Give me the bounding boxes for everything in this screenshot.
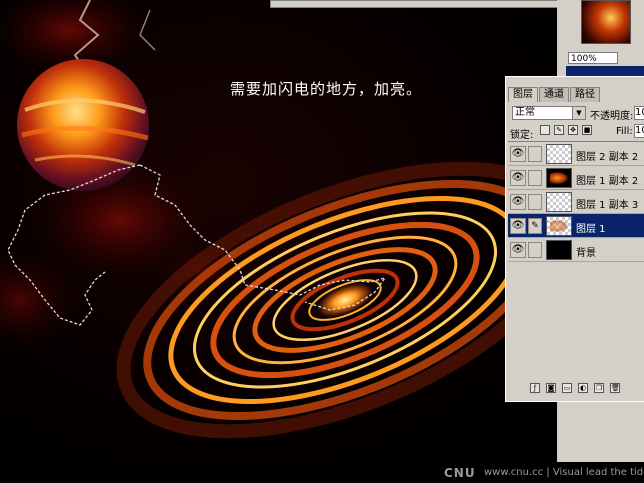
link-slot[interactable] xyxy=(528,242,542,258)
layers-footer-toolbar: ƒ ◙ ▭ ◐ ❐ 🗑 xyxy=(508,383,644,399)
mask-icon[interactable]: ◙ xyxy=(546,383,556,393)
blend-mode-value: 正常 xyxy=(515,107,535,118)
eye-icon[interactable]: 👁 xyxy=(510,218,526,234)
paintbrush-icon[interactable]: ✎ xyxy=(528,218,542,234)
document-canvas[interactable]: 需要加闪电的地方，加亮。 xyxy=(0,0,557,462)
blend-mode-select[interactable]: 正常 ▼ xyxy=(512,106,586,120)
lock-transparency-icon[interactable] xyxy=(540,125,550,135)
tab-channels[interactable]: 通道 xyxy=(539,87,569,102)
trash-icon[interactable]: 🗑 xyxy=(610,383,620,393)
eye-icon[interactable]: 👁 xyxy=(510,242,526,258)
new-layer-icon[interactable]: ❐ xyxy=(594,383,604,393)
lock-options: ✎ ✥ ■ xyxy=(540,125,592,135)
lock-paint-icon[interactable]: ✎ xyxy=(554,125,564,135)
layer-row-selected[interactable]: 👁 ✎ 图层 1 xyxy=(508,214,644,238)
eye-icon[interactable]: 👁 xyxy=(510,170,526,186)
layer-name: 背景 xyxy=(576,248,596,259)
space-artwork xyxy=(0,0,557,439)
layer-row[interactable]: 👁 图层 1 副本 2 xyxy=(508,166,644,190)
layer-thumbnail xyxy=(546,216,572,236)
layer-row[interactable]: 👁 背景 xyxy=(508,238,644,262)
layer-thumbnail xyxy=(546,192,572,212)
layer-thumbnail xyxy=(546,240,572,260)
layer-style-icon[interactable]: ƒ xyxy=(530,383,540,393)
layer-row[interactable]: 👁 图层 1 副本 3 xyxy=(508,190,644,214)
planet xyxy=(17,59,149,191)
chevron-down-icon[interactable]: ▼ xyxy=(572,107,585,119)
layer-thumbnail xyxy=(546,144,572,164)
footer-bar: CNU www.cnu.cc | Visual lead the tide xyxy=(0,462,644,483)
navigator-titlebar xyxy=(566,66,644,76)
lock-move-icon[interactable]: ✥ xyxy=(568,125,578,135)
eye-icon[interactable]: 👁 xyxy=(510,194,526,210)
tab-layers[interactable]: 图层 xyxy=(508,87,538,102)
layer-name: 图层 1 副本 3 xyxy=(576,200,639,211)
lock-label: 锁定: xyxy=(510,130,534,141)
link-slot[interactable] xyxy=(528,170,542,186)
layer-name: 图层 1 副本 2 xyxy=(576,176,639,187)
palette-tabs: 图层 通道 路径 xyxy=(508,87,601,102)
layer-list: 👁 图层 2 副本 2 👁 图层 1 副本 2 👁 图层 1 副本 3 👁 ✎ … xyxy=(508,141,644,378)
canvas-caption: 需要加闪电的地方，加亮。 xyxy=(230,80,423,98)
link-slot[interactable] xyxy=(528,194,542,210)
fill-label: Fill: xyxy=(616,126,633,137)
cnu-logo: CNU xyxy=(444,466,476,480)
layer-thumbnail xyxy=(546,168,572,188)
fill-field[interactable]: 100% xyxy=(634,124,644,138)
eye-icon[interactable]: 👁 xyxy=(510,146,526,162)
tab-paths[interactable]: 路径 xyxy=(570,87,600,102)
adjustment-layer-icon[interactable]: ◐ xyxy=(578,383,588,393)
navigator-thumbnail[interactable] xyxy=(581,0,631,44)
layers-palette: 图层 通道 路径 正常 ▼ 不透明度: 100% 锁定: ✎ ✥ ■ Fill:… xyxy=(505,76,644,402)
opacity-field[interactable]: 100% xyxy=(634,106,644,120)
footer-tagline: www.cnu.cc | Visual lead the tide xyxy=(484,467,644,478)
navigator-zoom-field[interactable]: 100% xyxy=(568,52,618,64)
link-slot[interactable] xyxy=(528,146,542,162)
layer-name: 图层 1 xyxy=(576,224,606,235)
opacity-label: 不透明度: xyxy=(590,111,634,122)
layer-name: 图层 2 副本 2 xyxy=(576,152,639,163)
workspace-background xyxy=(566,402,644,462)
layer-row[interactable]: 👁 图层 2 副本 2 xyxy=(508,142,644,166)
new-set-icon[interactable]: ▭ xyxy=(562,383,572,393)
lock-all-icon[interactable]: ■ xyxy=(582,125,592,135)
document-window-bottom-edge xyxy=(270,0,560,8)
